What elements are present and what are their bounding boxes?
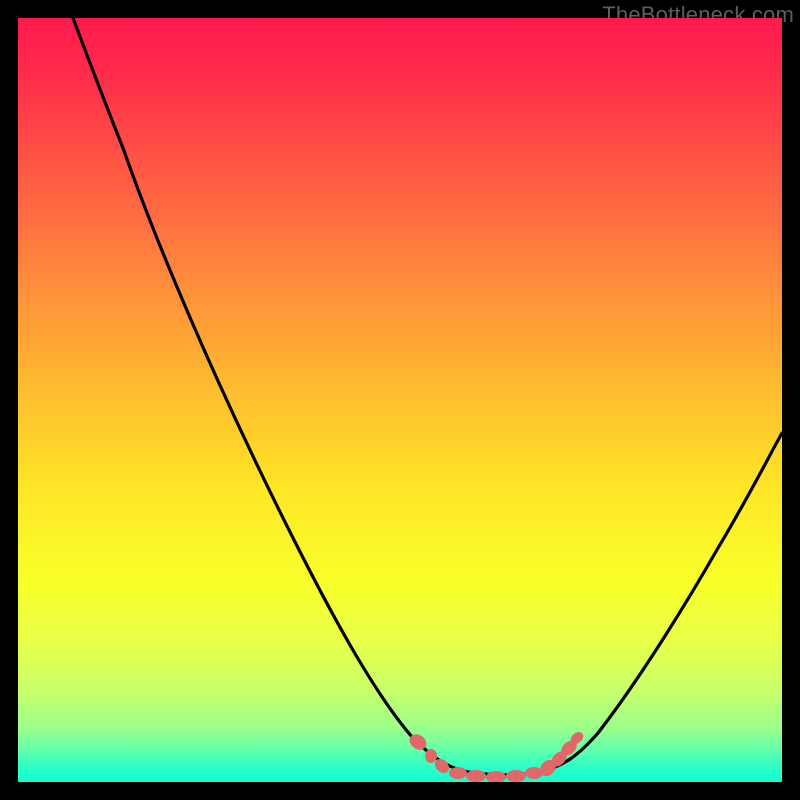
chart-svg [18, 18, 782, 782]
highlighted-range [407, 730, 586, 782]
plot-area [18, 18, 782, 782]
bottleneck-curve [73, 18, 782, 775]
